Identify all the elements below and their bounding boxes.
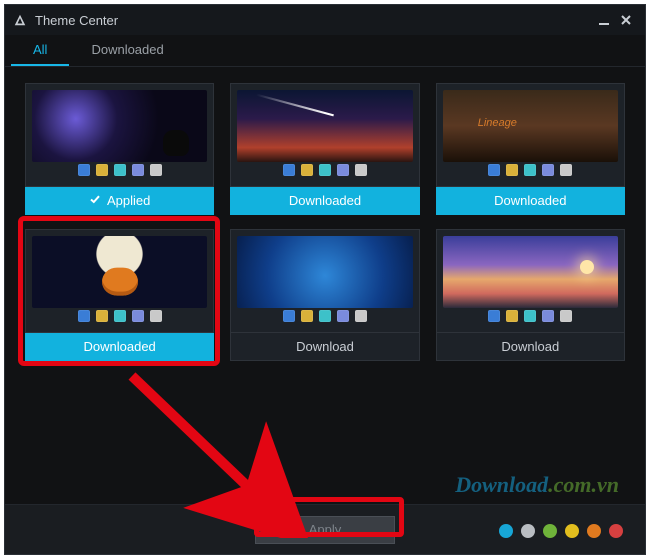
tab-downloaded[interactable]: Downloaded	[69, 35, 185, 66]
theme-thumbnail	[25, 83, 214, 187]
theme-thumbnail	[436, 83, 625, 187]
window-title: Theme Center	[35, 13, 593, 28]
theme-thumbnail	[230, 229, 419, 333]
titlebar: Theme Center	[5, 5, 645, 35]
theme-status-label: Applied	[25, 187, 214, 215]
check-icon	[89, 193, 101, 208]
theme-status-label: Download	[230, 333, 419, 361]
theme-card[interactable]: Downloaded	[230, 83, 419, 215]
watermark: Download.com.vn	[455, 472, 619, 498]
theme-card[interactable]: Downloaded	[25, 229, 214, 361]
theme-status-label: Downloaded	[230, 187, 419, 215]
minimize-button[interactable]	[593, 9, 615, 31]
theme-status-label: Downloaded	[25, 333, 214, 361]
theme-thumbnail	[230, 83, 419, 187]
tabs: All Downloaded	[5, 35, 645, 67]
theme-grid-area: Applied Downloaded Downloaded	[5, 67, 645, 504]
theme-card[interactable]: Download	[230, 229, 419, 361]
theme-card[interactable]: Applied	[25, 83, 214, 215]
theme-thumbnail	[436, 229, 625, 333]
theme-card[interactable]: Downloaded	[436, 83, 625, 215]
theme-thumbnail	[25, 229, 214, 333]
theme-status-label: Downloaded	[436, 187, 625, 215]
tab-all[interactable]: All	[11, 35, 69, 66]
close-button[interactable]	[615, 9, 637, 31]
color-dots	[499, 524, 623, 538]
theme-card[interactable]: Download	[436, 229, 625, 361]
theme-center-window: Theme Center All Downloaded Applied	[4, 4, 646, 555]
apply-button[interactable]: Apply	[255, 516, 395, 544]
theme-status-label: Download	[436, 333, 625, 361]
theme-icon	[13, 13, 27, 27]
